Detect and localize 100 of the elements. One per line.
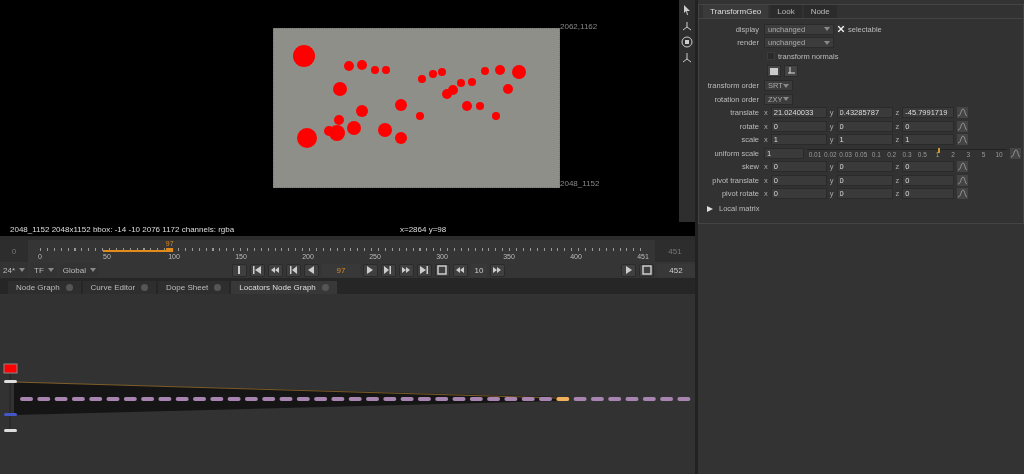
skip-back-button[interactable] — [452, 263, 468, 277]
caret-icon — [824, 27, 830, 32]
properties-tab[interactable]: Look — [770, 5, 802, 18]
bounds-button[interactable] — [231, 263, 247, 277]
caret-icon — [782, 97, 789, 102]
graph-node[interactable] — [54, 397, 68, 401]
graph-node[interactable] — [366, 397, 379, 401]
render-button[interactable] — [639, 263, 654, 277]
skip-forward-button[interactable] — [489, 263, 505, 277]
graph-node[interactable] — [227, 397, 241, 401]
pointer-icon[interactable] — [681, 4, 693, 16]
animation-curve-icon[interactable] — [957, 188, 969, 200]
skip-start-icon — [251, 264, 264, 276]
graph-node[interactable] — [590, 397, 604, 401]
last-frame-button[interactable] — [416, 263, 432, 277]
axis-icon — [787, 67, 795, 75]
graph-node[interactable] — [244, 397, 258, 401]
animation-curve-icon[interactable] — [957, 107, 969, 119]
caret-icon — [782, 83, 789, 88]
animation-curve-icon[interactable] — [957, 120, 969, 132]
flipbook-button[interactable] — [621, 263, 636, 277]
graph-node[interactable] — [435, 397, 449, 401]
format-corner-label: 2048_1152 — [560, 179, 600, 188]
graph-node[interactable] — [89, 397, 103, 401]
graph-node[interactable] — [625, 397, 639, 401]
graph-node[interactable] — [417, 397, 431, 401]
format-corner-label: 2062,1162 — [560, 22, 599, 31]
graph-node[interactable] — [4, 380, 17, 383]
graph-node[interactable] — [123, 397, 137, 401]
triangle-icon — [707, 205, 713, 212]
properties-tab[interactable]: Node — [803, 5, 837, 18]
play-backward-button[interactable] — [303, 263, 319, 277]
graph-node[interactable] — [262, 397, 276, 401]
caret-icon — [824, 40, 830, 45]
animation-curve-icon[interactable] — [957, 161, 969, 173]
node-tree-icon[interactable] — [681, 20, 693, 32]
graph-node[interactable] — [487, 397, 501, 401]
graph-node[interactable] — [331, 397, 345, 401]
animation-curve-icon[interactable] — [957, 174, 969, 186]
graph-node[interactable] — [556, 397, 570, 401]
graph-node[interactable] — [296, 397, 310, 401]
panel-tab[interactable]: Curve Editor — [82, 281, 157, 294]
graph-node[interactable] — [4, 429, 17, 432]
first-frame-button[interactable] — [249, 263, 265, 277]
checkbox[interactable] — [837, 25, 845, 34]
graph-node[interactable] — [106, 397, 120, 401]
previous-keyframe-button[interactable] — [267, 263, 283, 277]
next-keyframe-button[interactable] — [398, 263, 414, 277]
graph-node[interactable] — [210, 397, 224, 401]
graph-node[interactable] — [314, 397, 328, 401]
panel-tab[interactable]: Node Graph — [8, 281, 81, 294]
animation-curve-icon[interactable] — [1010, 147, 1021, 159]
graph-node[interactable] — [539, 397, 552, 401]
slider-thumb[interactable] — [937, 147, 940, 153]
axis-icon-button[interactable] — [784, 65, 798, 77]
panel-tab[interactable]: Locators Node Graph — [231, 281, 337, 294]
graph-node[interactable] — [677, 397, 691, 401]
caret-icon — [89, 268, 96, 272]
graph-node[interactable] — [348, 397, 362, 401]
file-icon — [770, 67, 778, 75]
graph-node[interactable] — [504, 397, 518, 401]
panel-tab[interactable]: Dope Sheet — [158, 281, 230, 294]
skip-end-icon — [418, 264, 431, 276]
step-back-button[interactable] — [285, 263, 301, 277]
rewind-icon — [269, 264, 282, 276]
cursor-position-text: x=2864 y=98 — [400, 224, 447, 234]
properties-tab[interactable]: TransformGeo — [703, 5, 769, 18]
graph-node[interactable] — [279, 397, 293, 401]
square-icon — [436, 264, 449, 276]
graph-node[interactable] — [452, 397, 466, 401]
graph-node[interactable] — [37, 397, 51, 401]
animation-curve-icon[interactable] — [957, 134, 969, 146]
node-tree-icon[interactable] — [681, 52, 693, 64]
graph-node[interactable] — [469, 397, 483, 401]
graph-node[interactable] — [71, 397, 85, 401]
rewind-icon — [454, 264, 467, 276]
graph-node[interactable] — [573, 397, 587, 401]
graph-node[interactable] — [3, 363, 18, 374]
graph-node[interactable] — [400, 397, 414, 401]
square-circle-icon[interactable] — [681, 36, 693, 48]
graph-node[interactable] — [193, 397, 206, 401]
caret-icon — [19, 268, 25, 272]
square-icon — [640, 264, 653, 276]
stop-button[interactable] — [434, 263, 450, 277]
graph-node[interactable] — [383, 397, 397, 401]
caret-icon — [47, 268, 54, 272]
graph-node[interactable] — [158, 397, 172, 401]
image-info-text: 2048_1152 2048x1152 bbox: -14 -10 2076 1172 channels: rgba — [10, 224, 236, 234]
graph-node[interactable] — [608, 397, 622, 401]
graph-node[interactable] — [642, 397, 656, 401]
graph-node[interactable] — [141, 397, 155, 401]
step-back-icon — [287, 264, 300, 276]
graph-node[interactable] — [175, 397, 189, 401]
graph-node[interactable] — [660, 397, 674, 401]
step-forward-button[interactable] — [380, 263, 396, 277]
play-button[interactable] — [362, 263, 378, 277]
graph-node[interactable] — [20, 397, 33, 401]
graph-node[interactable] — [4, 413, 17, 416]
file-icon-button[interactable] — [767, 65, 781, 77]
graph-node[interactable] — [521, 397, 535, 401]
